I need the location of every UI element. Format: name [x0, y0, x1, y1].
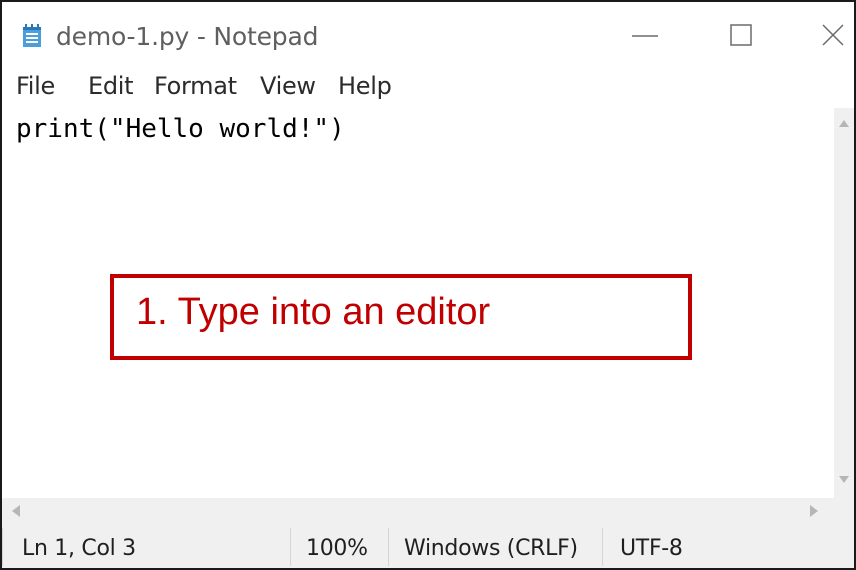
- scrollbar-corner: [834, 498, 854, 524]
- menu-file[interactable]: File: [16, 72, 55, 100]
- menu-view[interactable]: View: [260, 72, 316, 100]
- status-zoom: 100%: [306, 536, 368, 561]
- menu-bar: File Edit Format View Help: [2, 68, 854, 108]
- status-line-endings: Windows (CRLF): [404, 536, 578, 561]
- window-title: demo-1.py - Notepad: [56, 22, 319, 51]
- status-position: Ln 1, Col 3: [22, 536, 136, 561]
- horizontal-scrollbar[interactable]: [2, 498, 834, 524]
- scroll-down-icon[interactable]: [839, 476, 849, 483]
- close-button[interactable]: [785, 2, 854, 68]
- menu-help[interactable]: Help: [338, 72, 392, 100]
- status-divider: [2, 528, 3, 566]
- status-divider: [388, 528, 389, 566]
- editor-content[interactable]: print("Hello world!"): [16, 114, 345, 144]
- minimize-icon: [632, 35, 658, 37]
- status-divider: [602, 528, 603, 566]
- status-encoding: UTF-8: [620, 536, 683, 561]
- vertical-scrollbar[interactable]: [834, 108, 854, 498]
- menu-format[interactable]: Format: [154, 72, 237, 100]
- minimize-button[interactable]: [597, 2, 693, 68]
- notepad-window: demo-1.py - Notepad File Edit Format Vie…: [0, 0, 856, 570]
- scroll-up-icon[interactable]: [839, 120, 849, 127]
- scroll-left-icon[interactable]: [12, 505, 20, 517]
- title-bar[interactable]: demo-1.py - Notepad: [2, 2, 854, 68]
- notepad-icon: [22, 24, 42, 48]
- status-bar: Ln 1, Col 3 100% Windows (CRLF) UTF-8: [2, 524, 854, 568]
- menu-edit[interactable]: Edit: [88, 72, 134, 100]
- maximize-button[interactable]: [693, 2, 789, 68]
- annotation-text: 1. Type into an editor: [136, 291, 491, 333]
- status-divider: [290, 528, 291, 566]
- close-icon: [822, 24, 844, 46]
- annotation-callout: 1. Type into an editor: [110, 274, 692, 360]
- scroll-right-icon[interactable]: [810, 505, 818, 517]
- maximize-icon: [730, 24, 752, 46]
